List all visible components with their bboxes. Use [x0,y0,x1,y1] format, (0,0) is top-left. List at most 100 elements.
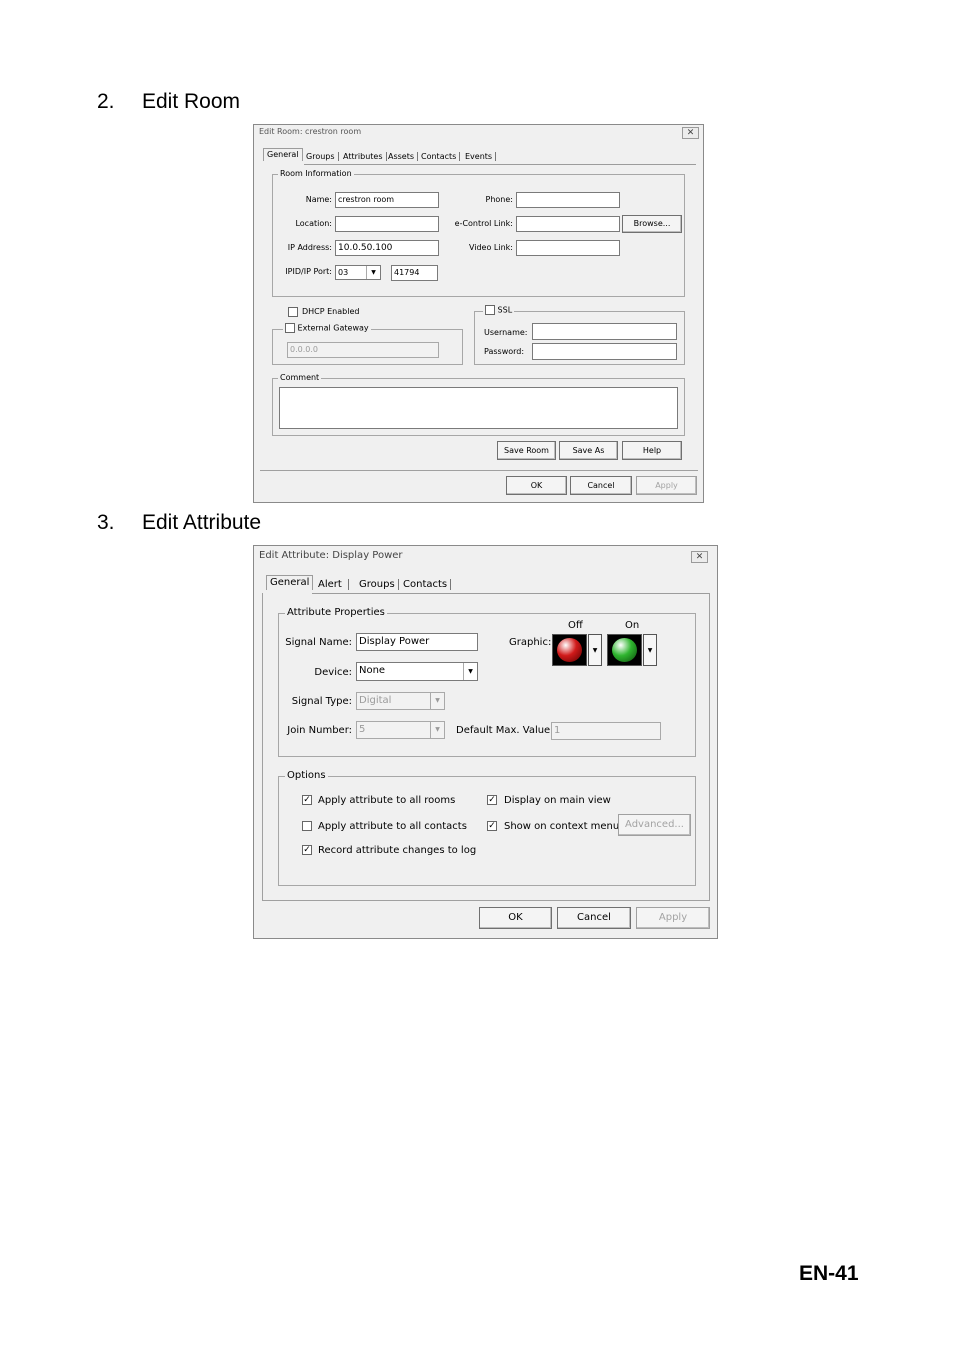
econtrol-link-label: e-Control Link: [454,219,513,228]
off-label: Off [568,620,583,631]
chevron-down-icon[interactable]: ▼ [366,266,380,279]
display-main-view-checkbox[interactable]: ✓ [487,795,497,805]
signal-name-label: Signal Name: [285,637,352,648]
group-legend: Attribute Properties [285,607,387,618]
on-graphic-swatch[interactable] [607,634,642,666]
signal-type-combo[interactable]: Digital ▼ [356,692,445,710]
help-button[interactable]: Help [622,441,682,460]
video-link-label: Video Link: [468,243,513,252]
ok-button[interactable]: OK [506,476,567,495]
apply-all-contacts-checkbox[interactable] [302,821,312,831]
cancel-button[interactable]: Cancel [570,476,632,495]
record-changes-checkbox[interactable]: ✓ [302,845,312,855]
room-information-group: Room Information [272,169,685,297]
password-label: Password: [484,347,525,356]
footer-separator [260,470,698,471]
tab-assets[interactable]: Assets [388,152,419,161]
apply-all-rooms-label: Apply attribute to all rooms [318,795,456,806]
close-icon[interactable]: ✕ [682,127,699,139]
dialog-title: Edit Room: crestron room [259,127,362,136]
apply-all-rooms-checkbox[interactable]: ✓ [302,795,312,805]
edit-attribute-dialog: Edit Attribute: Display Power ✕ General … [253,545,718,939]
tab-contacts[interactable]: Contacts [421,152,461,161]
tab-general[interactable]: General [266,575,314,590]
chevron-down-icon[interactable]: ▼ [430,722,444,738]
ipid-combo[interactable]: 03 ▼ [335,265,381,280]
chevron-down-icon: ▼ [592,646,598,654]
on-label: On [625,620,640,631]
tab-groups[interactable]: Groups [359,579,399,590]
chevron-down-icon: ▼ [647,646,653,654]
video-link-field[interactable] [516,240,620,256]
signal-type-label: Signal Type: [291,696,352,707]
apply-button[interactable]: Apply [636,907,710,929]
ip-address-label: IP Address: [287,243,332,252]
title-bar: Edit Room: crestron room ✕ [254,125,703,141]
gateway-field[interactable]: 0.0.0.0 [287,342,439,358]
tab-attributes[interactable]: Attributes [343,152,387,161]
dhcp-label: DHCP Enabled [302,307,360,316]
default-max-value-field[interactable]: 1 [551,722,661,740]
off-graphic-dropdown[interactable]: ▼ [588,634,602,666]
group-legend: Room Information [278,169,354,178]
join-number-label: Join Number: [287,725,352,736]
device-label: Device: [314,667,352,678]
username-field[interactable] [532,323,677,340]
tab-contacts[interactable]: Contacts [403,579,452,590]
ip-address-field[interactable]: 10.0.50.100 [335,240,439,256]
tab-general[interactable]: General [263,148,303,161]
off-graphic-swatch[interactable] [552,634,587,666]
tab-alert[interactable]: Alert [318,579,349,590]
dialog-title: Edit Attribute: Display Power [259,550,403,561]
on-graphic-dropdown[interactable]: ▼ [643,634,657,666]
signal-name-field[interactable]: Display Power [356,633,478,651]
default-max-value-label: Default Max. Value: [456,725,554,736]
name-label: Name: [305,195,332,204]
section-title: Edit Room [142,90,241,113]
context-menu-checkbox[interactable]: ✓ [487,821,497,831]
tab-divider [304,164,696,165]
comment-field[interactable] [279,387,678,429]
ssl-legend: SSL [483,305,515,315]
device-combo[interactable]: None ▼ [356,662,478,681]
port-field[interactable]: 41794 [391,265,438,281]
ssl-checkbox[interactable] [485,305,495,315]
cancel-button[interactable]: Cancel [557,907,631,929]
phone-field[interactable] [516,192,620,208]
edit-room-dialog: Edit Room: crestron room ✕ General Group… [253,124,704,503]
context-menu-label: Show on context menu [504,821,620,832]
group-legend: Options [285,770,328,781]
page-number: EN-41 [799,1262,859,1285]
close-icon[interactable]: ✕ [691,551,708,563]
chevron-down-icon[interactable]: ▼ [463,663,477,680]
econtrol-link-field[interactable] [516,216,620,232]
apply-button[interactable]: Apply [636,476,697,495]
tab-groups[interactable]: Groups [306,152,339,161]
save-room-button[interactable]: Save Room [497,441,556,460]
signal-type-value: Digital [359,695,392,706]
name-field[interactable]: crestron room [335,192,439,208]
tab-events[interactable]: Events [465,152,497,161]
green-ball-icon [612,638,637,662]
chevron-down-icon[interactable]: ▼ [430,693,444,709]
join-number-value: 5 [359,724,366,735]
ssl-label: SSL [497,305,513,315]
gateway-checkbox[interactable] [285,323,295,333]
gateway-label: External Gateway [297,323,369,333]
ipid-value: 03 [338,268,349,277]
comment-legend: Comment [278,373,322,382]
save-as-button[interactable]: Save As [559,441,618,460]
password-field[interactable] [532,343,677,360]
username-label: Username: [484,328,528,337]
advanced-button[interactable]: Advanced... [618,814,691,836]
location-field[interactable] [335,216,439,232]
join-number-combo[interactable]: 5 ▼ [356,721,445,739]
section-title: Edit Attribute [142,511,262,534]
browse-button[interactable]: Browse... [622,215,682,233]
title-bar: Edit Attribute: Display Power ✕ [254,546,717,564]
red-ball-icon [557,638,582,662]
ipid-port-label: IPID/IP Port: [285,267,332,276]
dhcp-checkbox[interactable] [288,307,298,317]
phone-label: Phone: [485,195,513,204]
ok-button[interactable]: OK [479,907,552,929]
